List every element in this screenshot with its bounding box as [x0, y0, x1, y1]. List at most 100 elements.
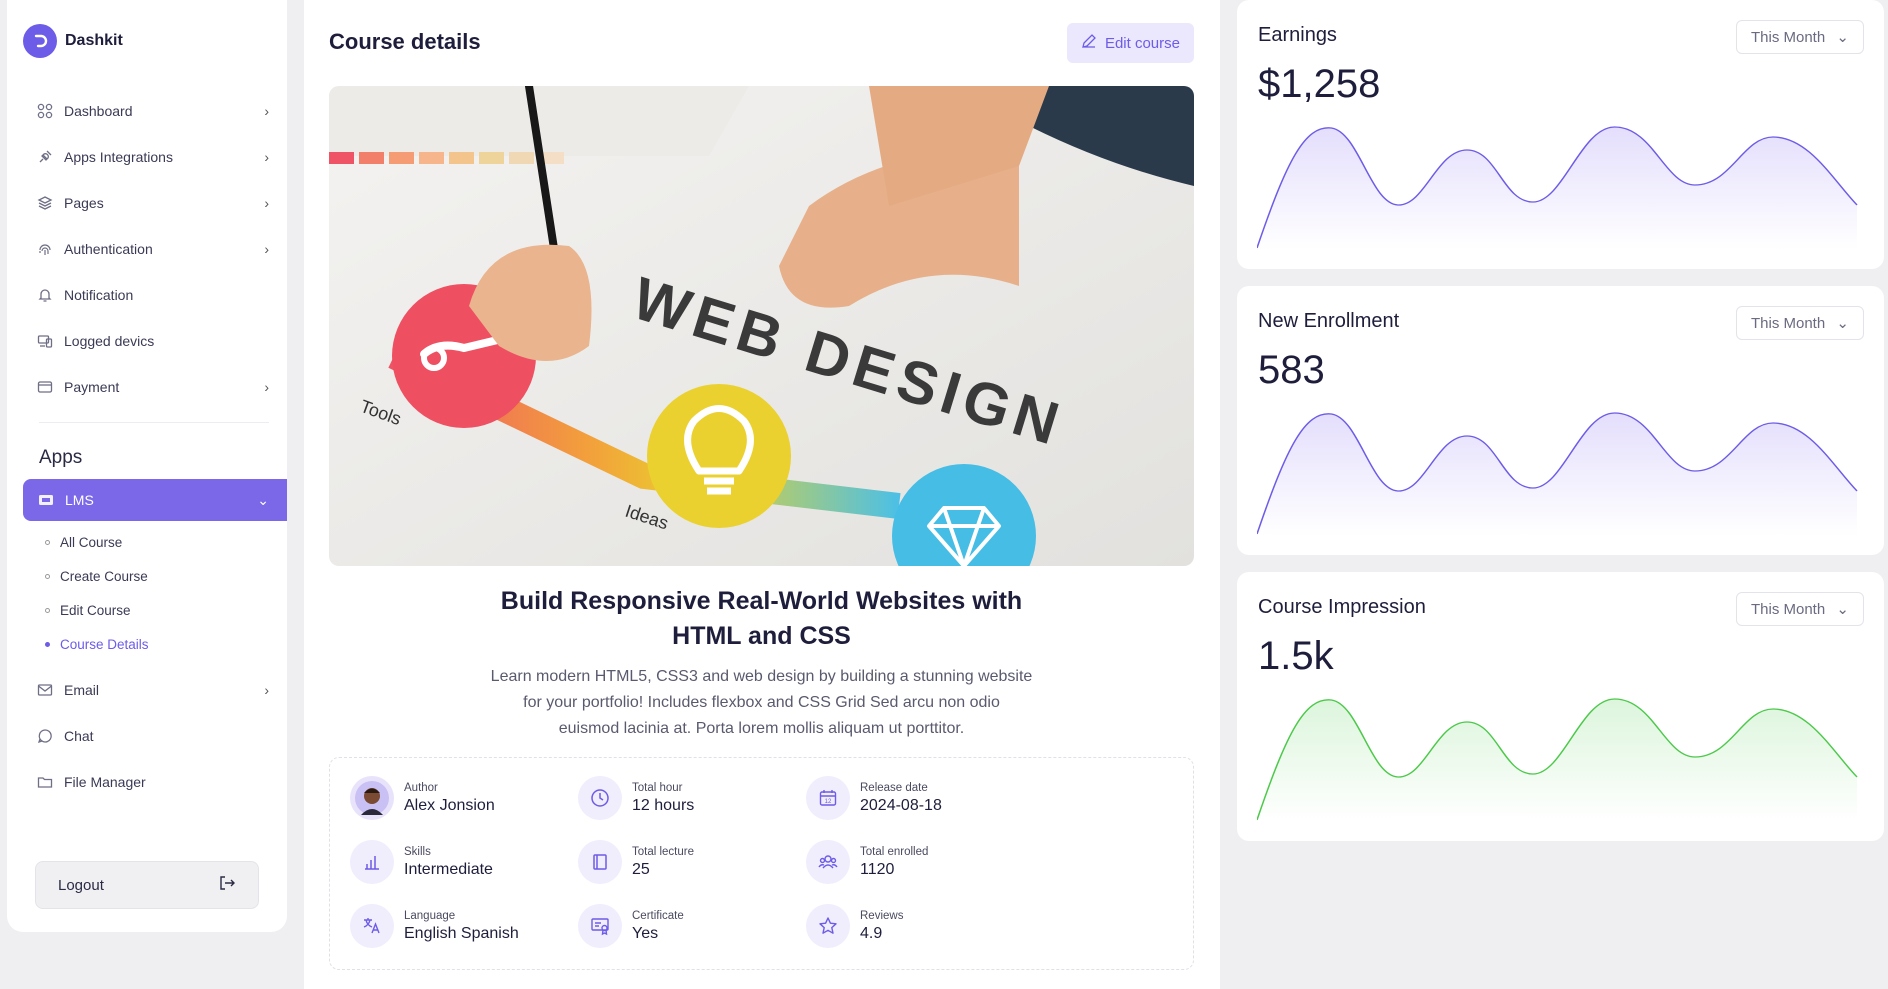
submenu-item-edit-course[interactable]: Edit Course: [45, 593, 287, 627]
sidebar-item-email[interactable]: Email ›: [7, 667, 287, 713]
info-label: Total lecture: [632, 845, 695, 858]
sidebar-item-authentication[interactable]: Authentication ›: [7, 226, 287, 272]
sidebar-item-label: Apps Integrations: [64, 149, 173, 165]
apps-section-title: Apps: [39, 447, 83, 468]
course-description: Learn modern HTML5, CSS3 and web design …: [469, 664, 1054, 742]
period-select-value: This Month: [1751, 314, 1826, 332]
info-label: Total hour: [632, 781, 683, 794]
chevron-down-icon: ⌄: [1836, 29, 1849, 46]
sidebar-item-label: Chat: [64, 728, 94, 744]
info-value: Alex Jonsion: [404, 796, 495, 814]
sparkline-area: [1257, 699, 1857, 822]
sidebar-item-file-manager[interactable]: File Manager: [7, 759, 287, 805]
impression-sparkline: [1257, 698, 1858, 822]
course-title-line: Build Responsive Real-World Websites wit…: [500, 587, 1023, 615]
sidebar-item-label: Payment: [64, 379, 120, 395]
certificate-icon: [578, 904, 622, 948]
sparkline-area: [1257, 127, 1857, 250]
sidebar-item-label: Pages: [64, 195, 104, 211]
info-value: 2024-08-18: [860, 796, 942, 814]
submenu-item-course-details[interactable]: Course Details: [45, 627, 287, 661]
brand[interactable]: Dashkit: [23, 24, 123, 58]
submenu-item-create-course[interactable]: Create Course: [45, 559, 287, 593]
info-label: Release date: [860, 781, 928, 794]
logout-button[interactable]: Logout: [35, 861, 259, 909]
period-select-value: This Month: [1751, 28, 1826, 46]
devices-icon: [36, 332, 54, 350]
sidebar-item-pages[interactable]: Pages ›: [7, 180, 287, 226]
course-info-panel: Author Alex Jonsion Total hour 12 hours 12…: [329, 757, 1194, 970]
clock-icon: [578, 776, 622, 820]
card-value: $1,258: [1258, 62, 1381, 106]
edit-course-label: Edit course: [1104, 34, 1180, 52]
book-icon: [578, 840, 622, 884]
bullet-icon: [45, 573, 50, 579]
info-total-enrolled: Total enrolled 1120: [806, 840, 928, 884]
sidebar-item-label: Notification: [64, 287, 134, 303]
submenu-label: All Course: [60, 534, 123, 550]
info-label: Certificate: [632, 909, 684, 922]
period-select[interactable]: This Month ⌄: [1736, 306, 1864, 340]
bell-icon: [36, 286, 54, 304]
sparkline-area: [1257, 413, 1857, 536]
info-author: Author Alex Jonsion: [350, 776, 495, 820]
submenu-label: Edit Course: [60, 602, 131, 618]
sidebar-item-label: File Manager: [64, 774, 146, 790]
course-description-line: Learn modern HTML5, CSS3 and web design …: [490, 668, 1033, 685]
calendar-icon: 12: [806, 776, 850, 820]
translate-icon: [350, 904, 394, 948]
info-value: 1120: [860, 860, 895, 878]
card-value: 583: [1258, 348, 1325, 392]
info-value: Intermediate: [404, 860, 493, 878]
card-title: New Enrollment: [1258, 310, 1400, 332]
course-title-line: HTML and CSS: [672, 622, 851, 650]
pencil-icon: [1081, 33, 1097, 53]
info-value: 25: [632, 860, 650, 878]
lms-icon: [37, 491, 55, 509]
edit-course-button[interactable]: Edit course: [1066, 23, 1194, 63]
sidebar-item-label: Logged devics: [64, 333, 155, 349]
sidebar-nav: Dashboard › Apps Integrations › Pages › …: [7, 88, 287, 805]
sidebar-item-lms[interactable]: LMS ⌄: [23, 479, 287, 521]
sidebar-item-apps-integrations[interactable]: Apps Integrations ›: [7, 134, 287, 180]
chevron-right-icon: ›: [264, 241, 269, 257]
course-hero-image: WEB DESIGN Tools Ideas: [329, 86, 1194, 566]
course-description-line: euismod lacinia at. Porta lorem mollis a…: [558, 720, 965, 737]
info-certificate: Certificate Yes: [578, 904, 684, 948]
brand-name: Dashkit: [65, 32, 123, 49]
page-title: Course details: [329, 29, 481, 54]
sidebar-item-notification[interactable]: Notification: [7, 272, 287, 318]
earnings-sparkline: [1257, 126, 1858, 250]
sidebar-item-payment[interactable]: Payment ›: [7, 364, 287, 410]
sidebar-item-label: Email: [64, 682, 100, 698]
course-impression-card: Course Impression This Month ⌄ 1.5k: [1237, 572, 1884, 841]
chat-icon: [36, 727, 54, 745]
wallet-icon: [36, 378, 54, 396]
nav-divider: [39, 422, 269, 423]
info-value: 12 hours: [632, 796, 695, 814]
info-label: Author: [404, 781, 438, 794]
fingerprint-icon: [36, 240, 54, 258]
sidebar-item-label: Dashboard: [64, 103, 133, 119]
brand-logo-icon: [23, 24, 57, 58]
sidebar-item-chat[interactable]: Chat: [7, 713, 287, 759]
chevron-right-icon: ›: [264, 149, 269, 165]
period-select[interactable]: This Month ⌄: [1736, 20, 1864, 54]
sidebar-item-dashboard[interactable]: Dashboard ›: [7, 88, 287, 134]
chevron-down-icon: ⌄: [257, 491, 269, 508]
info-total-lecture: Total lecture 25: [578, 840, 694, 884]
card-value: 1.5k: [1258, 634, 1334, 678]
bullet-icon: [45, 607, 50, 613]
bullet-icon: [45, 641, 50, 647]
submenu-label: Course Details: [60, 636, 149, 652]
card-title: Course Impression: [1258, 596, 1426, 618]
period-select[interactable]: This Month ⌄: [1736, 592, 1864, 626]
sidebar-item-logged-devices[interactable]: Logged devics: [7, 318, 287, 364]
main-content: Course details Edit course WEB DESIGN To…: [304, 0, 1220, 989]
info-value: English Spanish: [404, 924, 519, 942]
bullet-icon: [45, 539, 50, 545]
submenu-item-all-course[interactable]: All Course: [45, 525, 287, 559]
chevron-right-icon: ›: [264, 682, 269, 698]
submenu-label: Create Course: [60, 568, 148, 584]
sidebar-item-label: LMS: [65, 492, 94, 508]
